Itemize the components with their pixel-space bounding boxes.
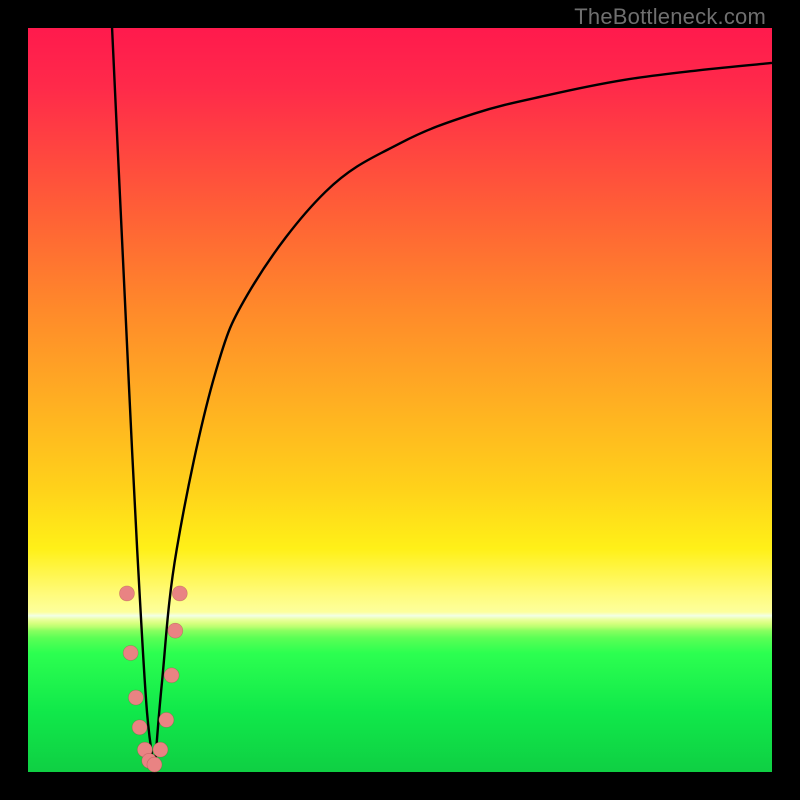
chart-frame: TheBottleneck.com <box>0 0 800 800</box>
data-marker <box>128 690 143 705</box>
data-marker <box>168 623 183 638</box>
data-marker <box>164 668 179 683</box>
data-marker <box>153 742 168 757</box>
plot-area <box>28 28 772 772</box>
curve-left-branch <box>112 28 154 772</box>
marker-group <box>119 586 187 772</box>
data-marker <box>123 645 138 660</box>
watermark-text: TheBottleneck.com <box>574 4 766 30</box>
data-marker <box>119 586 134 601</box>
data-marker <box>147 757 162 772</box>
curves-svg <box>28 28 772 772</box>
curve-right-branch <box>154 63 772 772</box>
data-marker <box>159 712 174 727</box>
data-marker <box>172 586 187 601</box>
data-marker <box>132 720 147 735</box>
